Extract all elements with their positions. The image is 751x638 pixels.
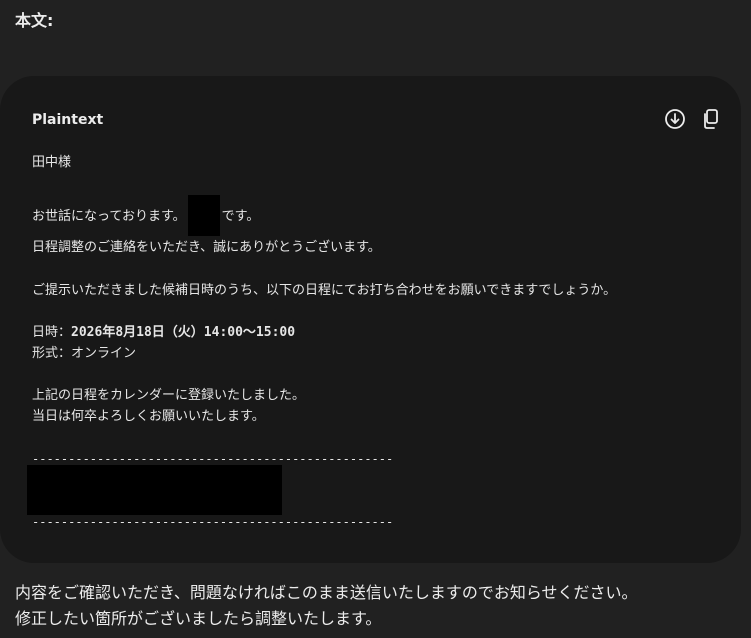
format-label: 形式：	[32, 346, 72, 361]
code-line-greeting: 田中様	[32, 155, 72, 170]
chat-page: 本文: Plaintext 田中様 お世話になっております。 です。 日程調整のご…	[0, 0, 751, 638]
datetime-value: 2026年8月18日（火）14:00〜15:00	[71, 325, 296, 340]
datetime-label: 日時：	[32, 325, 72, 340]
download-button[interactable]	[663, 107, 687, 131]
code-line-proposal: ご提示いただきました候補日時のうち、以下の日程にてお打ち合わせをお願いできますで…	[32, 283, 617, 298]
copy-icon	[704, 109, 718, 129]
code-line-format: 形式：オンライン	[32, 344, 136, 364]
code-line-intro: お世話になっております。 です。	[32, 195, 260, 237]
code-language-label: Plaintext	[32, 112, 104, 128]
assistant-message-footer: 内容をご確認いただき、問題なければこのまま送信いたしますのでお知らせください。 …	[15, 580, 735, 632]
redacted-name	[187, 195, 220, 236]
code-line-closing: 当日は何卒よろしくお願いいたします。	[32, 409, 265, 424]
footer-line-2: 修正したい箇所がございましたら調整いたします。	[15, 609, 382, 628]
code-line-datetime: 日時：2026年8月18日（火）14:00〜15:00	[32, 323, 295, 343]
section-heading: 本文:	[15, 11, 54, 30]
intro-after-text: です。	[221, 209, 260, 224]
footer-line-1: 内容をご確認いただき、問題なければこのまま送信いたしますのでお知らせください。	[15, 583, 638, 602]
download-circle-icon	[665, 109, 685, 129]
intro-before-text: お世話になっております。	[32, 209, 186, 224]
redacted-signature	[27, 465, 282, 515]
code-line-thanks: 日程調整のご連絡をいただき、誠にありがとうございます。	[32, 240, 381, 255]
copy-button[interactable]	[699, 107, 723, 131]
code-line-registered: 上記の日程をカレンダーに登録いたしました。	[32, 388, 306, 403]
format-value: オンライン	[71, 346, 137, 361]
separator-bottom: ----------------------------------------…	[32, 515, 394, 529]
